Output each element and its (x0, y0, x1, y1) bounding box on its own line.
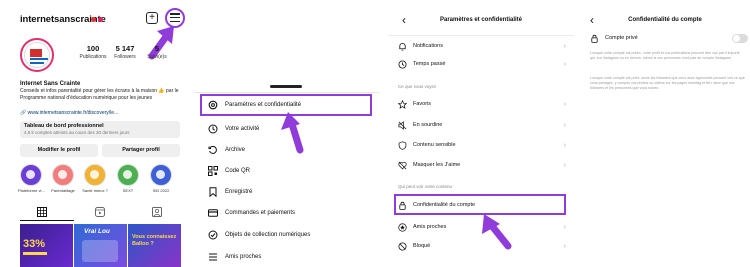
stat-posts[interactable]: 100 Publications (76, 44, 110, 60)
settings-item-time-spent[interactable]: Temps passé › (398, 58, 566, 70)
settings-item-notifications[interactable]: Notifications › (398, 40, 566, 52)
grid-icon[interactable] (37, 207, 47, 217)
private-account-row[interactable]: Compte privé (590, 32, 748, 44)
stat-followers[interactable]: 5 147 Followers (108, 44, 142, 60)
story-highlight[interactable]: Santé mieux ? (82, 164, 108, 193)
settings-item-sensitive-content[interactable]: Contenu sensible › (398, 139, 566, 151)
pointer-arrow-icon (482, 214, 512, 250)
qr-code-icon (208, 166, 218, 176)
profile-avatar[interactable] (20, 38, 54, 72)
menu-item-qr-code[interactable]: Code QR (208, 164, 250, 178)
chevron-right-icon: › (563, 60, 566, 68)
block-icon (398, 241, 407, 251)
post-thumbnail[interactable]: 33% (20, 224, 73, 267)
highlight-cover (84, 164, 106, 186)
menu-item-archive[interactable]: Archive (208, 143, 245, 157)
highlight-cover (20, 164, 42, 186)
settings-title: Paramètres et confidentialité (439, 17, 523, 23)
share-profile-button[interactable]: Partager profil (102, 144, 180, 157)
highlight-cover (150, 164, 172, 186)
header-divider (388, 35, 574, 36)
clock-icon (398, 59, 407, 69)
profile-screen: internetsanscrainte + 100 Publications 5… (0, 0, 186, 267)
chevron-right-icon: › (563, 121, 566, 129)
menu-item-saved[interactable]: Enregistré (208, 185, 252, 199)
chevron-right-icon: › (563, 42, 566, 50)
edit-profile-button[interactable]: Modifier le profil (20, 144, 98, 157)
profile-bio: Conseils et infos parentalité pour gérer… (20, 88, 179, 101)
chevron-right-icon: › (563, 242, 566, 250)
sensitive-icon (398, 140, 407, 150)
chevron-right-icon: › (563, 161, 566, 169)
private-account-toggle[interactable] (732, 33, 748, 43)
active-tab-indicator (20, 220, 74, 222)
story-highlight[interactable]: Plateforme vi... (18, 164, 45, 193)
story-highlight[interactable]: SEXT (115, 164, 141, 193)
section-header: Qui peut voir votre contenu (398, 184, 453, 189)
lock-icon (591, 34, 598, 43)
settings-item-muted[interactable]: En sourdine › (398, 119, 566, 131)
bookmark-icon (209, 187, 217, 197)
menu-item-activity[interactable]: Votre activité (208, 122, 259, 136)
star-circle-icon (398, 222, 407, 232)
post-thumbnail[interactable]: Vrai Lou (74, 224, 127, 267)
settings-item-hide-likes[interactable]: Masquer les J'aime › (398, 159, 566, 171)
chevron-right-icon: › (563, 223, 566, 231)
section-header: Ce que vous voyez (398, 84, 437, 89)
account-privacy-screen: ‹ Confidentialité du compte Compte privé… (580, 0, 750, 267)
archive-icon (208, 145, 217, 154)
notification-dot-pink (98, 17, 103, 22)
heart-off-icon (398, 161, 407, 169)
star-icon (398, 99, 407, 109)
dashboard-title: Tableau de bord professionnel (24, 123, 104, 129)
chevron-right-icon: › (563, 100, 566, 108)
bell-icon (399, 42, 406, 51)
menu-item-collectibles[interactable]: Objets de collection numériques (208, 228, 310, 242)
private-account-label: Compte privé (605, 35, 638, 41)
highlight-cover (52, 164, 74, 186)
menu-item-close-friends[interactable]: Amis proches (208, 250, 261, 264)
menu-item-orders[interactable]: Commandes et paiements (208, 206, 295, 220)
collectibles-icon (208, 230, 218, 240)
profile-link[interactable]: 🔗 www.internetsanscrainte.fr/discovery/l… (20, 110, 118, 116)
tagged-icon[interactable] (152, 207, 162, 217)
menu-screen: Paramètres et confidentialité Votre acti… (194, 0, 380, 267)
sheet-handle[interactable] (270, 85, 302, 88)
highlight-cover (117, 164, 139, 186)
profile-name: Internet Sans Crainte (20, 81, 81, 87)
story-highlight[interactable]: Parentalitage (50, 164, 76, 193)
privacy-title: Confidentialité du compte (628, 17, 702, 23)
professional-dashboard[interactable]: Tableau de bord professionnel 4,5 k comp… (20, 121, 180, 138)
activity-icon (208, 124, 218, 134)
stat-following[interactable]: 5 Suivi(e)s (140, 44, 174, 60)
profile-link-text: www.internetsanscrainte.fr/discovery/le.… (27, 110, 119, 116)
story-highlight[interactable]: SID 2022 (148, 164, 174, 193)
post-thumbnail[interactable]: Vous connaissez Balloo ? (128, 224, 181, 267)
sheet-divider (194, 92, 380, 93)
privacy-info-private: Lorsque votre compte est privé, seuls le… (590, 76, 745, 90)
close-friends-icon (209, 253, 217, 261)
dashboard-subtitle: 4,5 k comptes atteints au cours des 30 d… (24, 130, 130, 135)
card-icon (208, 209, 218, 217)
chevron-right-icon: › (563, 141, 566, 149)
reels-icon[interactable] (95, 207, 105, 217)
settings-item-favorites[interactable]: Favoris › (398, 98, 566, 110)
privacy-info-public: Lorsque votre compte est public, votre p… (590, 51, 740, 60)
notification-dot (91, 17, 96, 22)
settings-screen: ‹ Paramètres et confidentialité Notifica… (388, 0, 574, 267)
pointer-arrow-icon (281, 112, 304, 154)
mute-icon (398, 120, 407, 130)
